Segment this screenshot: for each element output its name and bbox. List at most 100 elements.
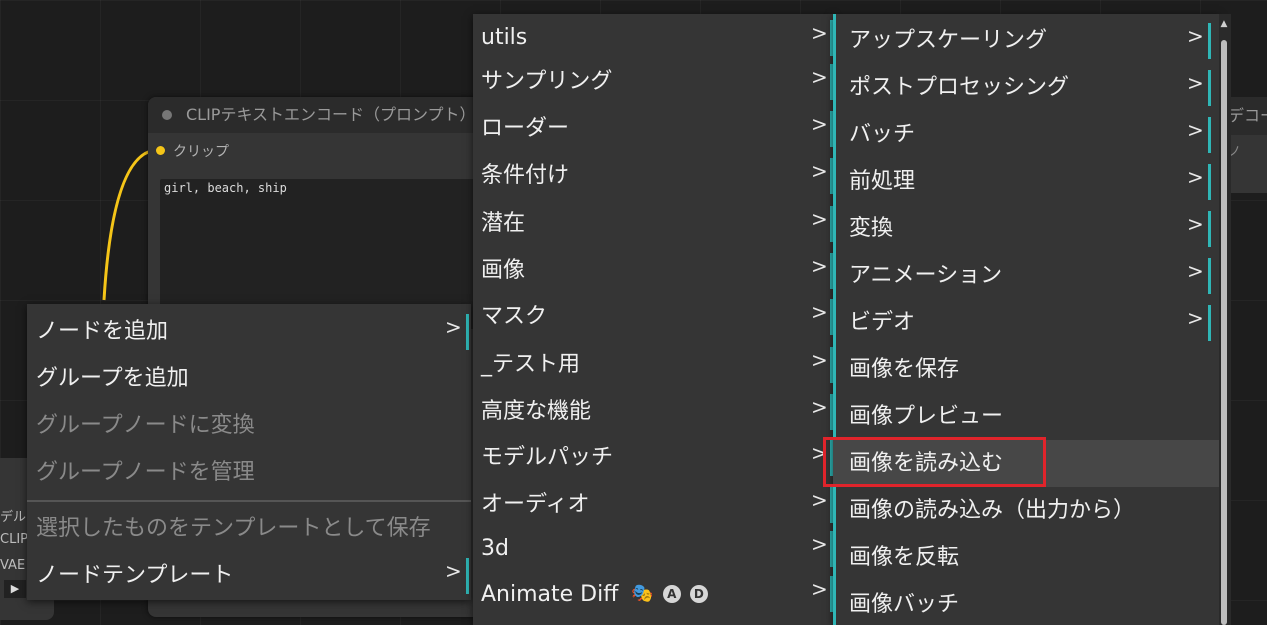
menu-item-label: アニメーション (849, 263, 1003, 288)
menu-item-label: サンプリング (481, 69, 613, 94)
scroll-up-arrow-icon[interactable]: ▲ (1218, 18, 1230, 30)
submenu-indicator-bar (1208, 305, 1211, 341)
node-collapse-dot[interactable] (162, 110, 172, 120)
submenu-indicator-bar (1208, 117, 1211, 153)
submenu-indicator-bar (1208, 70, 1211, 106)
menu-item-label: 画像バッチ (849, 592, 960, 617)
menu-item-label: 潜在 (481, 211, 526, 236)
category-latent[interactable]: 潜在 > (473, 200, 833, 247)
output-label-vae: VAE (0, 558, 26, 573)
menu-item-save-as-template[interactable]: 選択したものをテンプレートとして保存 (27, 505, 471, 552)
submenu-preview-image[interactable]: 画像プレビュー (833, 393, 1219, 440)
canvas-context-menu: ノードを追加 > グループを追加 グループノードに変換 グループノードを管理 選… (27, 304, 471, 600)
submenu-indicator-bar (1208, 211, 1211, 247)
submenu-arrow-icon: > (811, 65, 828, 89)
menu-item-add-node[interactable]: ノードを追加 > (27, 308, 471, 355)
submenu-image-batch[interactable]: 画像バッチ (833, 581, 1219, 625)
category-advanced[interactable]: 高度な機能 > (473, 388, 833, 435)
submenu-batch[interactable]: バッチ > (833, 111, 1219, 158)
submenu-transform[interactable]: 変換 > (833, 205, 1219, 252)
menu-item-label: バッチ (849, 122, 916, 147)
menu-item-label: ビデオ (849, 310, 916, 335)
menu-item-node-templates[interactable]: ノードテンプレート > (27, 552, 471, 599)
menu-item-label: アップスケーリング (849, 28, 1048, 53)
menu-item-add-group[interactable]: グループを追加 (27, 355, 471, 402)
submenu-arrow-icon: > (445, 315, 462, 339)
category-utils[interactable]: utils > (473, 14, 833, 61)
output-label-clip: CLIP (0, 532, 28, 547)
menu-item-label: 画像プレビュー (849, 404, 1004, 429)
submenu-arrow-icon: > (811, 21, 828, 45)
category-testing[interactable]: _テスト用 > (473, 341, 833, 388)
theater-masks-icon: 🎭 (631, 583, 654, 604)
submenu-indicator-bar (1208, 164, 1211, 200)
submenu-arrow-icon: > (445, 559, 462, 583)
clip-input-dot[interactable] (156, 146, 165, 155)
menu-item-label: マスク (481, 304, 548, 329)
submenu-arrow-icon: > (811, 348, 828, 372)
submenu-arrow-icon: > (811, 300, 828, 324)
submenu-scrollbar-thumb[interactable] (1221, 40, 1227, 625)
menu-item-label: 画像を反転 (849, 545, 960, 570)
category-image[interactable]: 画像 > (473, 247, 833, 294)
submenu-arrow-icon: > (811, 532, 828, 556)
menu-item-label: 高度な機能 (481, 399, 592, 424)
submenu-load-image[interactable]: 画像を読み込む (833, 440, 1219, 487)
submenu-arrow-icon: > (1187, 306, 1204, 330)
menu-item-label: ローダー (481, 116, 570, 141)
menu-item-label: 前処理 (849, 169, 916, 194)
play-icon[interactable]: ▶ (4, 580, 26, 598)
submenu-upscaling[interactable]: アップスケーリング > (833, 17, 1219, 64)
node-canvas[interactable]: CLIPテキストエンコード（プロンプト） クリップ girl, beach, s… (0, 0, 1267, 625)
submenu-arrow-icon: > (1187, 165, 1204, 189)
menu-item-label: ポストプロセッシング (849, 75, 1070, 100)
menu-item-label: 画像 (481, 258, 526, 283)
category-audio[interactable]: オーディオ > (473, 481, 833, 528)
menu-separator (27, 500, 471, 502)
submenu-indicator-bar (1208, 23, 1211, 59)
category-3d[interactable]: 3d > (473, 525, 833, 572)
clip-input-label: クリップ (173, 144, 229, 160)
menu-item-label: Animate Diff (481, 582, 619, 607)
menu-item-label: 3d (481, 536, 509, 561)
menu-item-label: _テスト用 (481, 352, 581, 377)
submenu-preprocessing[interactable]: 前処理 > (833, 158, 1219, 205)
submenu-invert-image[interactable]: 画像を反転 (833, 534, 1219, 581)
submenu-postprocessing[interactable]: ポストプロセッシング > (833, 64, 1219, 111)
submenu-video[interactable]: ビデオ > (833, 299, 1219, 346)
menu-item-label: 画像を読み込む (849, 451, 1004, 476)
menu-item-label: オーディオ (481, 492, 590, 517)
menu-item-convert-to-group-node[interactable]: グループノードに変換 (27, 402, 471, 449)
submenu-arrow-icon: > (1187, 71, 1204, 95)
menu-item-label: 変換 (849, 216, 894, 241)
menu-item-label: 画像の読み込み（出力から） (849, 498, 1136, 523)
output-label-model: デル (0, 510, 27, 525)
submenu-load-image-from-output[interactable]: 画像の読み込み（出力から） (833, 487, 1219, 534)
submenu-arrow-icon: > (811, 207, 828, 231)
category-animate-diff[interactable]: Animate Diff 🎭 A D > (473, 570, 833, 617)
menu-item-label: 選択したものをテンプレートとして保存 (36, 516, 431, 541)
submenu-arrow-icon: > (811, 488, 828, 512)
submenu-arrow-icon: > (811, 395, 828, 419)
submenu-arrow-icon: > (1187, 259, 1204, 283)
badge-d: D (689, 585, 708, 603)
submenu-arrow-icon: > (811, 577, 828, 601)
category-mask[interactable]: マスク > (473, 293, 833, 340)
menu-item-label: グループノードに変換 (36, 413, 255, 438)
submenu-animation[interactable]: アニメーション > (833, 252, 1219, 299)
submenu-arrow-icon: > (1187, 118, 1204, 142)
submenu-arrow-icon: > (811, 159, 828, 183)
menu-item-label: グループを追加 (36, 366, 189, 391)
menu-item-label: 画像を保存 (849, 357, 960, 382)
category-sampling[interactable]: サンプリング > (473, 58, 833, 105)
menu-item-label: グループノードを管理 (36, 460, 255, 485)
clip-input-slot[interactable]: クリップ (156, 143, 229, 161)
category-conditioning[interactable]: 条件付け > (473, 152, 833, 199)
submenu-save-image[interactable]: 画像を保存 (833, 346, 1219, 393)
menu-item-label: ノードテンプレート (36, 563, 234, 588)
submenu-arrow-icon: > (1187, 212, 1204, 236)
menu-item-label: モデルパッチ (481, 445, 614, 470)
menu-item-manage-group-nodes[interactable]: グループノードを管理 (27, 449, 471, 496)
category-loaders[interactable]: ローダー > (473, 105, 833, 152)
category-model-patches[interactable]: モデルパッチ > (473, 434, 833, 481)
